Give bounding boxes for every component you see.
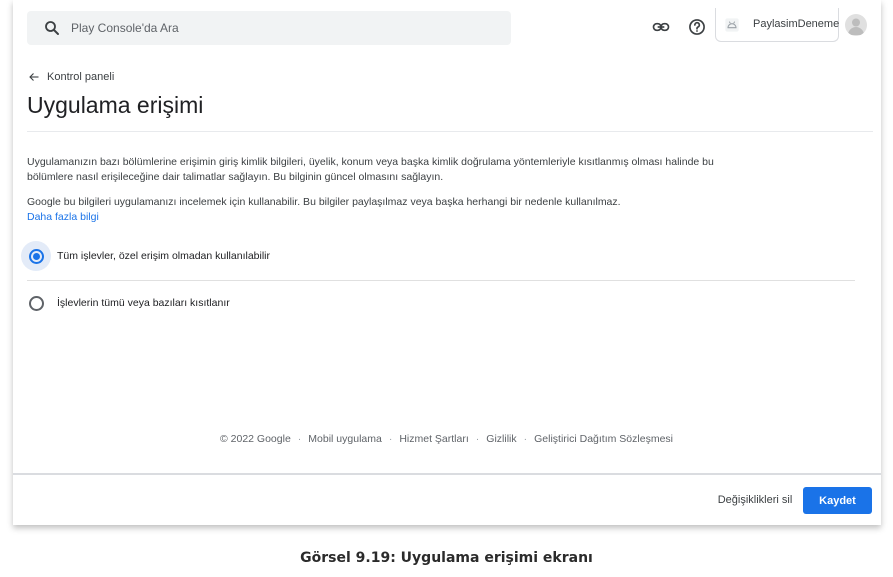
person-avatar-icon[interactable] — [845, 14, 867, 36]
link-icon[interactable] — [651, 17, 671, 37]
footer-separator: · — [297, 433, 302, 445]
options-divider — [27, 280, 855, 281]
radio-label: İşlevlerin tümü veya bazıları kısıtlanır — [57, 297, 230, 309]
radio-halo — [21, 241, 51, 271]
page-footer: © 2022 Google · Mobil uygulama · Hizmet … — [220, 433, 673, 445]
privacy-note-text: Google bu bilgileri uygulamanızı incelem… — [27, 196, 621, 208]
footer-separator: · — [475, 433, 480, 445]
account-selector[interactable]: PaylasimDeneme — [715, 8, 839, 42]
figure-caption: Görsel 9.19: Uygulama erişimi ekranı — [300, 550, 593, 566]
search-icon[interactable] — [43, 19, 61, 37]
footer-link-developer-agreement[interactable]: Geliştirici Dağıtım Sözleşmesi — [534, 433, 673, 445]
top-app-bar: PaylasimDeneme — [13, 0, 881, 54]
copyright-text: © 2022 Google — [220, 433, 291, 445]
account-name: PaylasimDeneme — [753, 18, 840, 30]
radio-option-restricted[interactable]: İşlevlerin tümü veya bazıları kısıtlanır — [21, 288, 661, 318]
save-button[interactable]: Kaydet — [803, 487, 872, 514]
action-bar-divider — [13, 473, 881, 475]
privacy-note: Google bu bilgileri uygulamanızı incelem… — [27, 195, 717, 225]
radio-button-unchecked[interactable] — [28, 295, 44, 311]
breadcrumb-label: Kontrol paneli — [47, 71, 115, 83]
arrow-back-icon — [28, 71, 40, 83]
learn-more-link[interactable]: Daha fazla bilgi — [27, 210, 99, 225]
search-input[interactable] — [71, 11, 491, 45]
search-bar[interactable] — [27, 11, 511, 45]
radio-halo — [21, 288, 51, 318]
play-console-window: PaylasimDeneme Kontrol paneli Uygulama e… — [13, 0, 881, 525]
footer-separator: · — [388, 433, 393, 445]
help-circle-icon[interactable] — [687, 17, 707, 37]
description-text: Uygulamanızın bazı bölümlerine erişimin … — [27, 156, 714, 183]
title-divider — [27, 131, 873, 132]
radio-label: Tüm işlevler, özel erişim olmadan kullan… — [57, 250, 270, 262]
footer-link-mobile-app[interactable]: Mobil uygulama — [308, 433, 382, 445]
page-title: Uygulama erişimi — [27, 92, 204, 118]
footer-link-privacy[interactable]: Gizlilik — [486, 433, 516, 445]
discard-changes-button[interactable]: Değişiklikleri sil — [713, 489, 797, 511]
footer-separator: · — [523, 433, 528, 445]
android-app-icon — [724, 17, 740, 33]
breadcrumb-back-link[interactable]: Kontrol paneli — [28, 71, 114, 83]
footer-link-terms[interactable]: Hizmet Şartları — [399, 433, 468, 445]
radio-option-all-functions[interactable]: Tüm işlevler, özel erişim olmadan kullan… — [21, 241, 661, 271]
radio-button-checked[interactable] — [28, 248, 44, 264]
